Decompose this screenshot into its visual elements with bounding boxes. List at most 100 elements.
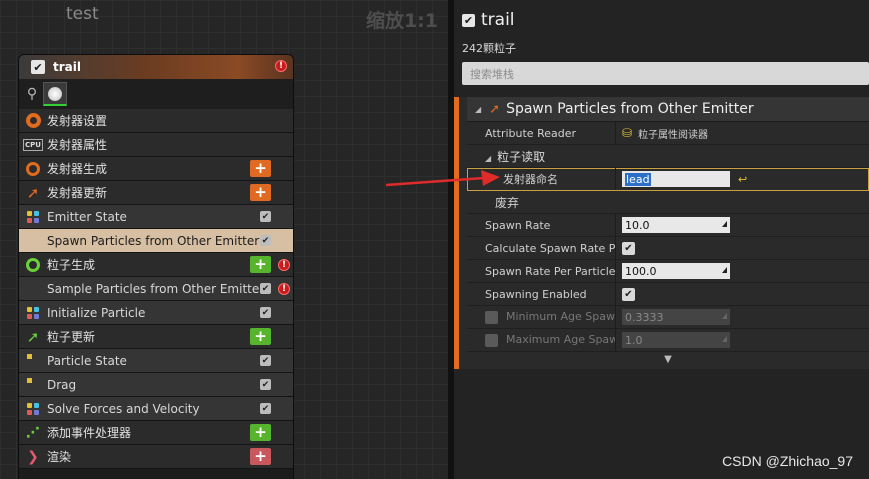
drag-handle-icon[interactable]: [722, 267, 727, 273]
collapse-arrow-icon[interactable]: ◢: [475, 105, 481, 114]
details-panel: ✔ trail 242颗粒子 搜索堆栈 ◢ ➚ Spawn Particles …: [454, 0, 869, 479]
module-enable-checkbox[interactable]: ✔: [260, 283, 271, 294]
add-module-button[interactable]: +: [250, 448, 271, 465]
error-icon: !: [278, 283, 290, 295]
number-input[interactable]: 10.0: [622, 217, 730, 233]
module-panel: ◢ ➚ Spawn Particles from Other Emitter A…: [454, 97, 869, 369]
property-row[interactable]: Minimum Age Spawr 0.3333: [467, 306, 869, 329]
expand-advanced-button[interactable]: ▼: [467, 350, 869, 369]
number-input[interactable]: 1.0: [622, 332, 730, 348]
add-module-button[interactable]: +: [250, 424, 271, 441]
stack-row[interactable]: 发射器生成 +: [19, 157, 293, 181]
stack-row[interactable]: ➚ 粒子更新 +: [19, 325, 293, 349]
stack-row[interactable]: Solve Forces and Velocity ✔: [19, 397, 293, 421]
drag-handle-icon[interactable]: [722, 221, 727, 227]
property-name: Spawn Rate: [485, 218, 551, 232]
emitter-name-input[interactable]: lead: [622, 171, 730, 187]
module-enable-checkbox[interactable]: ✔: [260, 307, 271, 318]
module-dots-icon: [19, 210, 47, 223]
details-title: trail: [481, 10, 515, 30]
cpu-icon: CPU: [19, 138, 47, 151]
details-enable-checkbox[interactable]: ✔: [462, 13, 475, 27]
stack-search-input[interactable]: 搜索堆栈: [462, 62, 869, 85]
module-header[interactable]: ◢ ➚ Spawn Particles from Other Emitter: [467, 97, 869, 122]
property-name: 粒子读取: [497, 149, 546, 164]
property-value-cell: 0.3333: [615, 306, 730, 328]
stack-row-label: Solve Forces and Velocity: [47, 401, 200, 416]
stack-row[interactable]: CPU 发射器属性: [19, 133, 293, 157]
add-module-button[interactable]: +: [250, 160, 271, 177]
property-name: 发射器命名: [503, 173, 558, 186]
module-enable-checkbox[interactable]: ✔: [260, 403, 271, 414]
add-module-button[interactable]: +: [250, 184, 271, 201]
node-title: trail: [53, 60, 81, 74]
property-row[interactable]: Spawn Rate Per Particle ( 100.0: [467, 260, 869, 283]
graph-canvas[interactable]: test 缩放1:1 ✔ trail ! ⚲ 发射器设置 CPU 发射器属性 发射器生…: [0, 0, 448, 479]
stack-row[interactable]: ⋰ 添加事件处理器 +: [19, 421, 293, 445]
drag-handle-icon[interactable]: [722, 313, 727, 319]
details-header: ✔ trail 242颗粒子 搜索堆栈: [454, 0, 869, 85]
database-icon: ⛁: [622, 126, 633, 140]
property-name-cell: Calculate Spawn Rate Pe: [467, 242, 615, 255]
reset-icon[interactable]: ↩: [738, 173, 747, 186]
property-name: Minimum Age Spawr: [506, 310, 615, 324]
add-module-button[interactable]: +: [250, 256, 271, 273]
stack-row[interactable]: Sample Particles from Other Emitter ✔!: [19, 277, 293, 301]
number-input[interactable]: 100.0: [622, 263, 730, 279]
override-checkbox[interactable]: [485, 310, 498, 324]
stack-row[interactable]: Spawn Particles from Other Emitter ✔: [19, 229, 293, 253]
stack-row[interactable]: ❯ 渲染 +: [19, 445, 293, 469]
stack-row[interactable]: Initialize Particle ✔: [19, 301, 293, 325]
module-enable-checkbox[interactable]: ✔: [260, 355, 271, 366]
node-thumbnail-bar: ⚲: [19, 79, 293, 109]
property-checkbox[interactable]: ✔: [622, 241, 635, 255]
node-enable-checkbox[interactable]: ✔: [31, 60, 45, 74]
input-value: 0.3333: [625, 310, 664, 324]
property-name: Calculate Spawn Rate Pe: [485, 241, 615, 255]
property-value-cell: ⛁ 粒子属性阅读器: [615, 122, 708, 144]
property-row[interactable]: ◢ 粒子读取: [467, 145, 869, 168]
stack-row[interactable]: ➚ 发射器更新 +: [19, 181, 293, 205]
property-name: 废弃: [495, 195, 520, 210]
stack-row-label: Emitter State: [47, 209, 127, 224]
stack-row-label: 发射器属性: [47, 138, 108, 152]
input-value: 100.0: [625, 264, 657, 278]
drag-handle-icon[interactable]: [722, 336, 727, 342]
override-checkbox[interactable]: [485, 333, 498, 347]
module-enable-checkbox[interactable]: ✔: [260, 211, 271, 222]
stack-row[interactable]: Emitter State ✔: [19, 205, 293, 229]
property-row[interactable]: 废弃: [467, 191, 869, 214]
render-thumbnail[interactable]: [43, 82, 67, 106]
property-name-cell: Spawn Rate Per Particle (: [467, 265, 615, 278]
stack-row[interactable]: Particle State ✔: [19, 349, 293, 373]
property-value-cell: lead ↩: [615, 168, 747, 190]
number-input[interactable]: 0.3333: [622, 309, 730, 325]
property-checkbox[interactable]: ✔: [622, 287, 635, 301]
property-row[interactable]: Spawn Rate 10.0: [467, 214, 869, 237]
property-value-cell: 1.0: [615, 329, 730, 351]
pin-icon[interactable]: ⚲: [25, 84, 39, 104]
stack-row[interactable]: 粒子生成 +!: [19, 253, 293, 277]
property-row[interactable]: 发射器命名 lead ↩: [467, 168, 869, 191]
zoom-label: 缩放1:1: [365, 10, 438, 32]
module-enable-checkbox[interactable]: ✔: [260, 379, 271, 390]
property-name-cell: Spawning Enabled: [467, 288, 615, 301]
module-enable-checkbox[interactable]: ✔: [260, 235, 271, 246]
stack-row[interactable]: Drag ✔: [19, 373, 293, 397]
property-name: Attribute Reader: [485, 126, 576, 140]
add-module-button[interactable]: +: [250, 328, 271, 345]
property-row[interactable]: Spawning Enabled ✔: [467, 283, 869, 306]
asset-value[interactable]: 粒子属性阅读器: [638, 126, 708, 141]
input-value: 10.0: [625, 218, 650, 232]
node-header[interactable]: ✔ trail !: [19, 55, 293, 79]
stack-row[interactable]: 发射器设置: [19, 109, 293, 133]
sprite-preview-icon: [48, 86, 62, 101]
group-collapse-icon[interactable]: ◢: [485, 154, 491, 163]
property-row[interactable]: Maximum Age Spaw 1.0: [467, 329, 869, 352]
details-title-row: ✔ trail: [462, 10, 869, 30]
property-value-cell: 100.0: [615, 260, 730, 282]
event-handler-icon: ⋰: [26, 424, 40, 441]
property-row[interactable]: Attribute Reader ⛁ 粒子属性阅读器: [467, 122, 869, 145]
property-row[interactable]: Calculate Spawn Rate Pe ✔: [467, 237, 869, 260]
emitter-node[interactable]: ✔ trail ! ⚲ 发射器设置 CPU 发射器属性 发射器生成 + ➚ 发射器更新 + Em…: [18, 54, 294, 479]
